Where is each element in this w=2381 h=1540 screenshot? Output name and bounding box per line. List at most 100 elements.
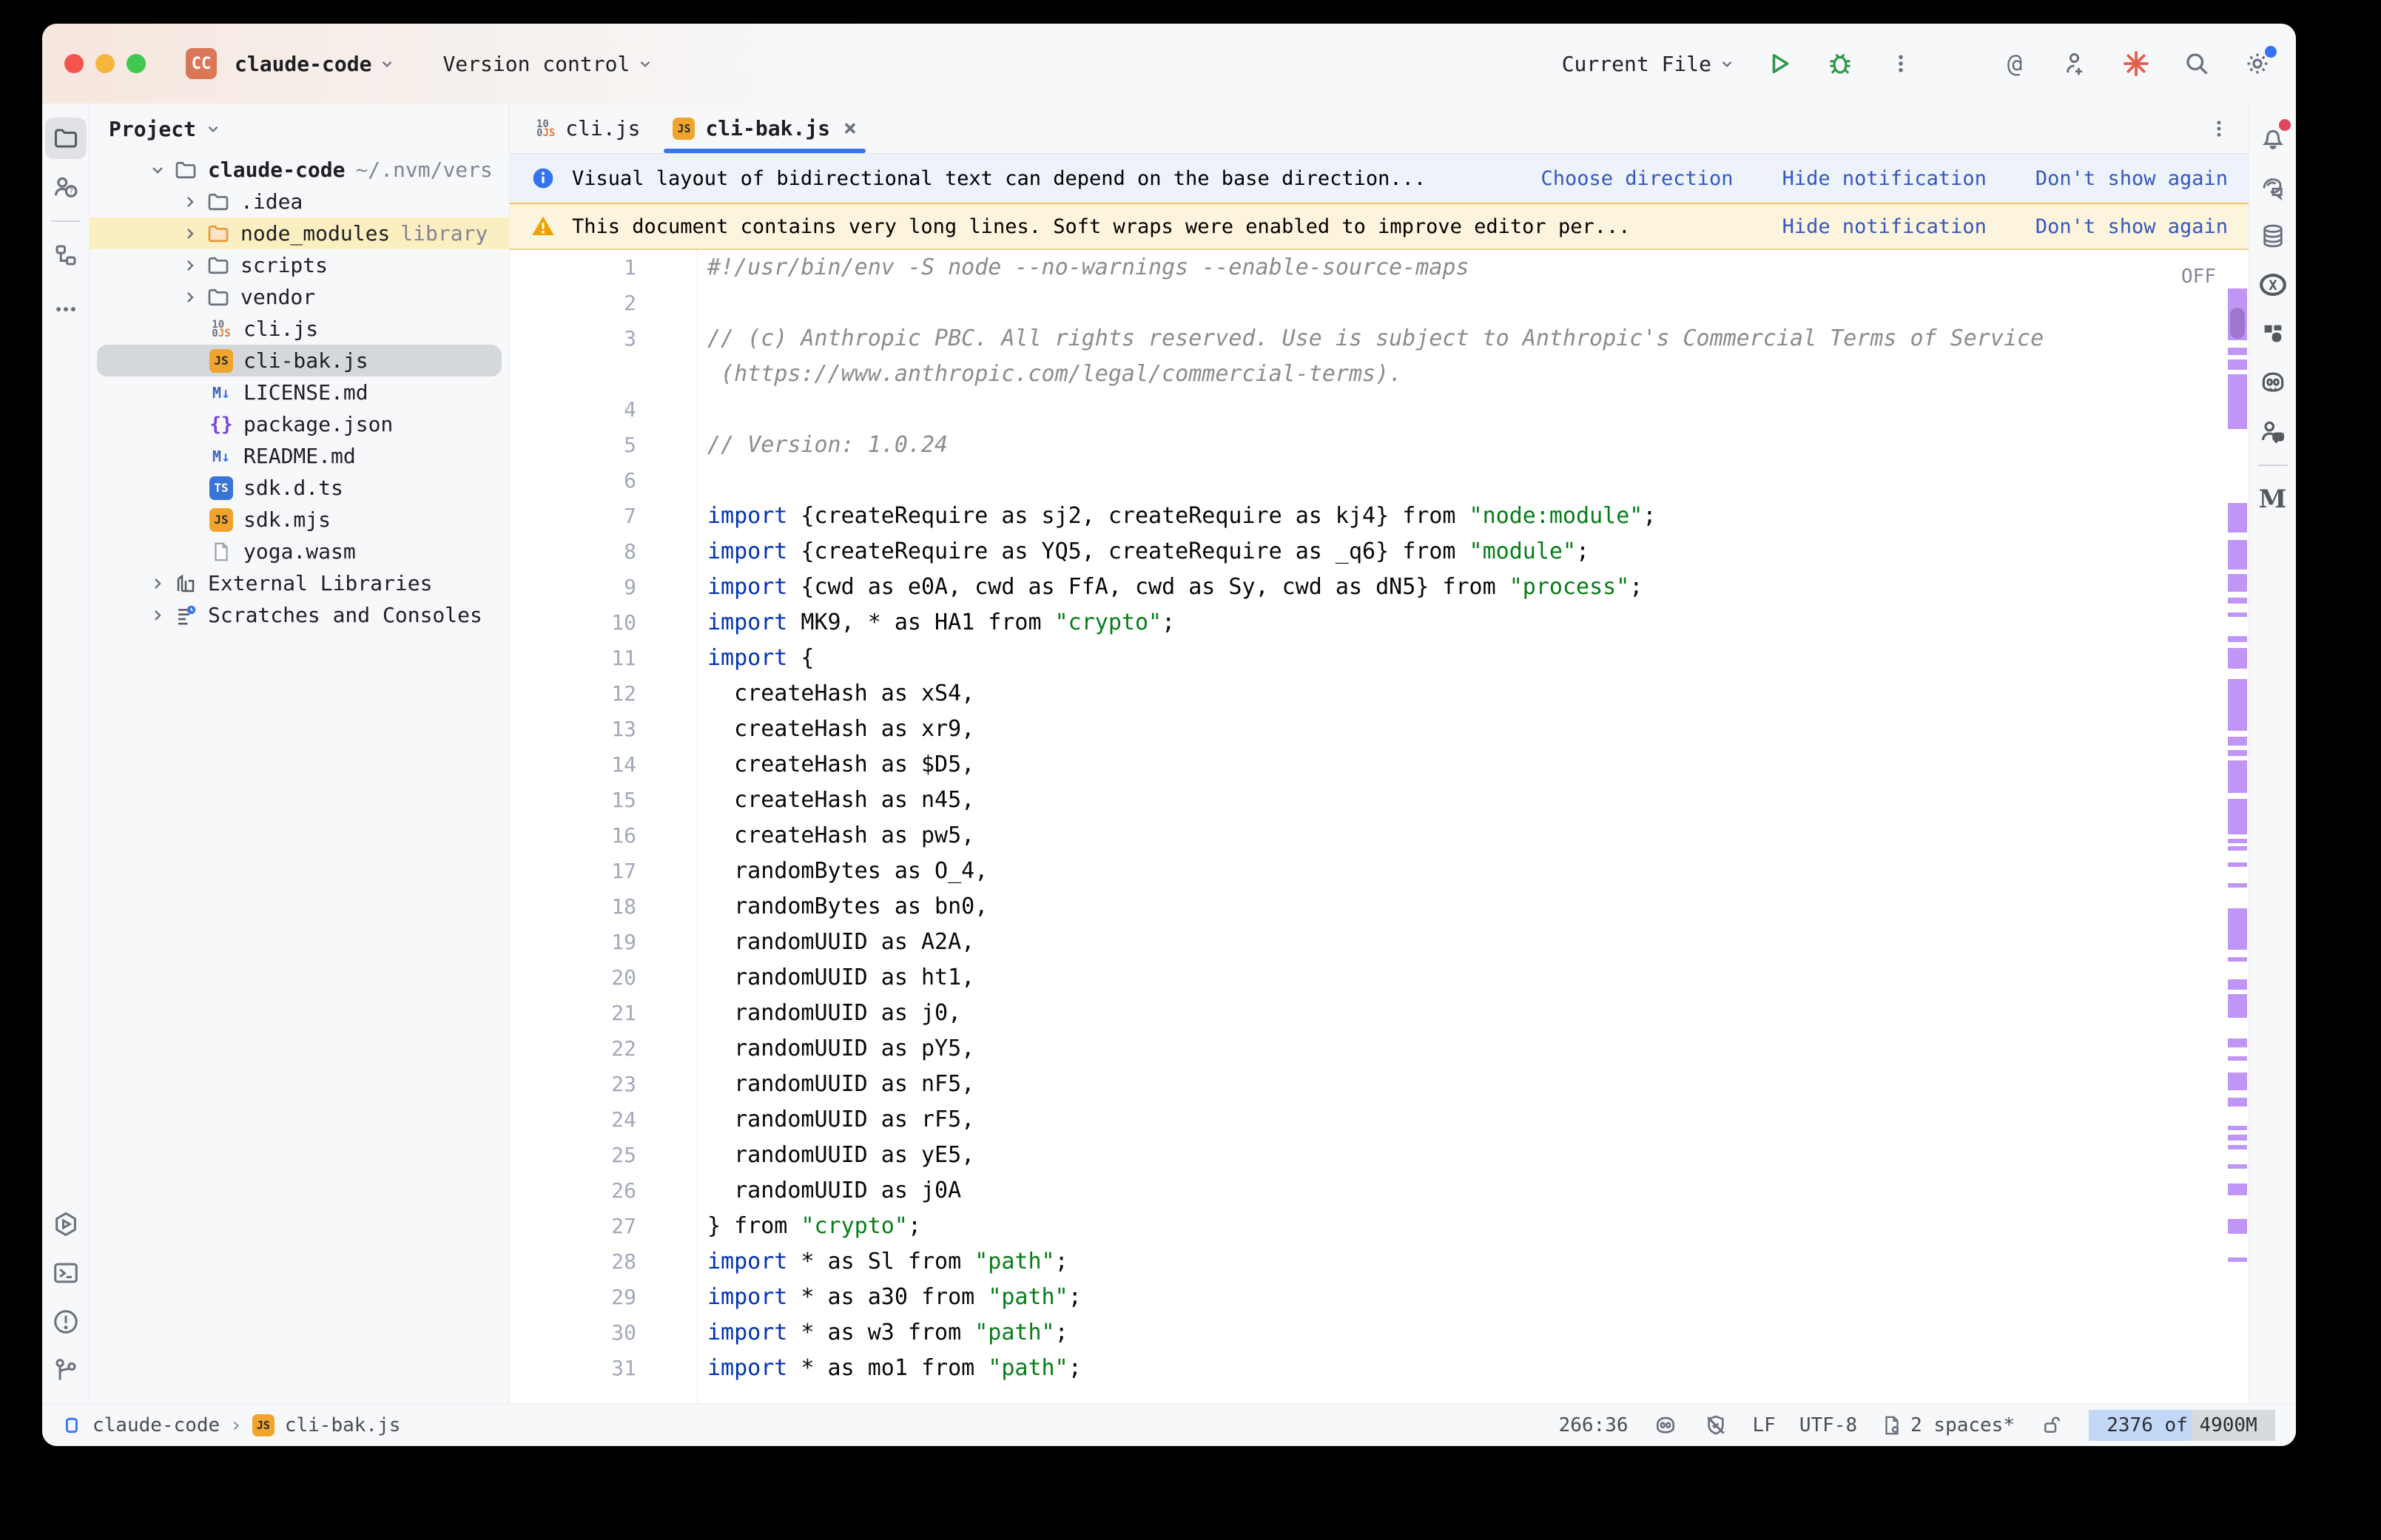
minimize-window-button[interactable]	[95, 54, 115, 73]
code-line[interactable]: 27} from "crypto";	[510, 1209, 2249, 1244]
ai-assistant-button[interactable]	[2252, 166, 2294, 208]
code-line[interactable]: 22 randomUUID as pY5,	[510, 1031, 2249, 1067]
code-line[interactable]: 23 randomUUID as nF5,	[510, 1067, 2249, 1102]
tree-item-package-json[interactable]: {}package.json	[90, 408, 509, 440]
tree-item-vendor[interactable]: vendor	[90, 281, 509, 313]
tree-item-cli-js[interactable]: 100JScli.js	[90, 313, 509, 345]
line-separator-widget[interactable]: LF	[1753, 1414, 1776, 1436]
code-line[interactable]: 4	[510, 392, 2249, 428]
version-control-tool-button[interactable]	[45, 1350, 87, 1391]
indent-widget[interactable]: 2 spaces*	[1881, 1414, 2015, 1436]
chevron-down-icon[interactable]	[143, 161, 172, 179]
code-line[interactable]: 18 randomBytes as bn0,	[510, 889, 2249, 925]
tree-item-sdk-d-ts[interactable]: TSsdk.d.ts	[90, 472, 509, 504]
tree-item-readme-md[interactable]: M↓README.md	[90, 440, 509, 472]
tree-item-cli-bak-js[interactable]: JScli-bak.js	[97, 345, 502, 376]
code-line[interactable]: 13 createHash as xr9,	[510, 712, 2249, 747]
code-line[interactable]: 19 randomUUID as A2A,	[510, 925, 2249, 960]
code-line[interactable]: 20 randomUUID as ht1,	[510, 960, 2249, 996]
maven-button[interactable]: M	[2252, 479, 2294, 520]
run-button[interactable]	[1763, 47, 1796, 80]
code-line[interactable]: 10import MK9, * as HA1 from "crypto";	[510, 605, 2249, 641]
code-line[interactable]: 15 createHash as n45,	[510, 783, 2249, 818]
tree-item-scripts[interactable]: scripts	[90, 249, 509, 281]
inspections-widget[interactable]	[1703, 1412, 1729, 1439]
plugin-blocks-button[interactable]	[2252, 313, 2294, 354]
tab-options-button[interactable]	[2189, 104, 2249, 153]
dont-show-again-link[interactable]: Don't show again	[2035, 215, 2228, 238]
dont-show-again-link[interactable]: Don't show again	[2035, 167, 2228, 190]
more-tool-windows-button[interactable]	[45, 283, 87, 325]
services-tool-button[interactable]	[45, 1203, 87, 1245]
chevron-right-icon[interactable]	[143, 575, 172, 592]
code-line[interactable]: (https://www.anthropic.com/legal/commerc…	[510, 357, 2249, 392]
code-line[interactable]: 31import * as mo1 from "path";	[510, 1351, 2249, 1386]
settings-button[interactable]	[2241, 47, 2274, 80]
code-line[interactable]: 8import {createRequire as YQ5, createReq…	[510, 534, 2249, 570]
chevron-right-icon[interactable]	[175, 288, 205, 306]
choose-direction-link[interactable]: Choose direction	[1540, 167, 1733, 190]
chevron-right-icon[interactable]	[175, 225, 205, 243]
search-everywhere-button[interactable]	[2180, 47, 2213, 80]
x-plugin-button[interactable]: X	[2252, 264, 2294, 305]
tab-cli-js[interactable]: 100JS cli.js	[520, 104, 656, 153]
tree-item-claude-code[interactable]: claude-code~/.nvm/vers	[90, 154, 509, 186]
code-line[interactable]: 28import * as Sl from "path";	[510, 1244, 2249, 1280]
hide-notification-link[interactable]: Hide notification	[1782, 215, 1987, 238]
code-line[interactable]: 9import {cwd as e0A, cwd as FfA, cwd as …	[510, 570, 2249, 605]
code-line[interactable]: 6	[510, 463, 2249, 499]
run-configuration-selector[interactable]: Current File	[1562, 52, 1735, 76]
code-line[interactable]: 3// (c) Anthropic PBC. All rights reserv…	[510, 321, 2249, 357]
encoding-widget[interactable]: UTF-8	[1799, 1414, 1857, 1436]
tree-item-scratches-and-consoles[interactable]: Scratches and Consoles	[90, 599, 509, 631]
terminal-tool-button[interactable]	[45, 1252, 87, 1294]
readonly-lock-widget[interactable]	[2038, 1412, 2065, 1439]
commit-tool-button[interactable]: ?	[45, 166, 87, 208]
debug-button[interactable]	[1824, 47, 1856, 80]
tree-item--idea[interactable]: .idea	[90, 186, 509, 217]
chevron-right-icon[interactable]	[175, 257, 205, 274]
problems-tool-button[interactable]	[45, 1301, 87, 1343]
tree-item-license-md[interactable]: M↓LICENSE.md	[90, 376, 509, 408]
copilot-status-button[interactable]	[1652, 1412, 1679, 1439]
code-line[interactable]: 26 randomUUID as j0A	[510, 1173, 2249, 1209]
tree-item-node-modules[interactable]: node_moduleslibrary	[90, 217, 509, 249]
code-with-me-button[interactable]	[2059, 47, 2092, 80]
caret-position-widget[interactable]: 266:36	[1559, 1414, 1629, 1436]
code-line[interactable]: 24 randomUUID as rF5,	[510, 1102, 2249, 1138]
hide-notification-link[interactable]: Hide notification	[1782, 167, 1987, 190]
code-line[interactable]: 7import {createRequire as sj2, createReq…	[510, 499, 2249, 534]
code-line[interactable]: 30import * as w3 from "path";	[510, 1315, 2249, 1351]
database-button[interactable]	[2252, 215, 2294, 257]
more-actions-button[interactable]	[1885, 47, 1917, 80]
memory-indicator[interactable]: 2376 of 4900M	[2089, 1410, 2275, 1441]
chevron-right-icon[interactable]	[143, 607, 172, 624]
chevron-down-icon[interactable]	[205, 121, 221, 137]
breadcrumb-project[interactable]: claude-code	[92, 1414, 220, 1436]
tree-item-external-libraries[interactable]: External Libraries	[90, 567, 509, 599]
github-copilot-button[interactable]	[2252, 362, 2294, 403]
code-line[interactable]: 12 createHash as xS4,	[510, 676, 2249, 712]
mentions-button[interactable]: @	[1998, 47, 2031, 80]
breadcrumb-file[interactable]: cli-bak.js	[285, 1414, 401, 1436]
code-line[interactable]: 29import * as a30 from "path";	[510, 1280, 2249, 1315]
code-line[interactable]: 21 randomUUID as j0,	[510, 996, 2249, 1031]
tab-cli-bak-js[interactable]: JS cli-bak.js ×	[656, 104, 873, 153]
editor-scrollbar[interactable]	[2226, 250, 2249, 1403]
scrollbar-thumb[interactable]	[2230, 308, 2245, 339]
structure-tool-button[interactable]	[45, 234, 87, 276]
code-line[interactable]: 14 createHash as $D5,	[510, 747, 2249, 783]
project-tool-button[interactable]	[45, 118, 87, 159]
code-review-button[interactable]	[2252, 411, 2294, 452]
code-line[interactable]: 11import {	[510, 641, 2249, 676]
code-line[interactable]: 5// Version: 1.0.24	[510, 428, 2249, 463]
chevron-right-icon[interactable]	[175, 193, 205, 211]
code-line[interactable]: 2	[510, 286, 2249, 321]
close-tab-icon[interactable]: ×	[843, 115, 857, 141]
notifications-button[interactable]	[2252, 118, 2294, 159]
code-line[interactable]: 16 createHash as pw5,	[510, 818, 2249, 854]
vcs-widget[interactable]: Version control	[442, 52, 653, 76]
tree-item-sdk-mjs[interactable]: JSsdk.mjs	[90, 504, 509, 536]
code-editor[interactable]: 1#!/usr/bin/env -S node --no-warnings --…	[510, 250, 2249, 1403]
ai-spark-button[interactable]	[2120, 47, 2152, 80]
